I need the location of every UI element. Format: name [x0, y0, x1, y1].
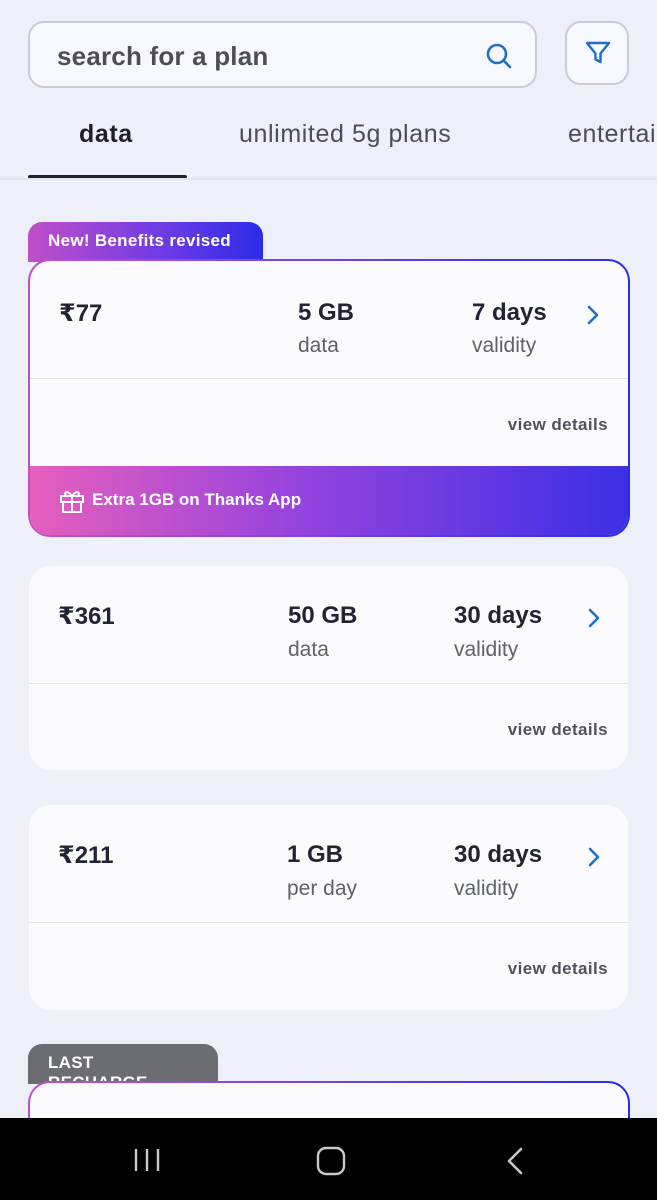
card-divider — [29, 922, 628, 923]
benefit-banner: Extra 1GB on Thanks App — [30, 466, 628, 535]
tab-unlimited-5g-plans[interactable]: unlimited 5g plans — [239, 120, 451, 149]
card-divider — [29, 683, 628, 684]
search-input[interactable]: search for a plan — [28, 21, 537, 88]
chevron-right-icon[interactable] — [587, 847, 601, 867]
back-icon[interactable] — [505, 1146, 525, 1176]
plan-price: ₹211 — [58, 842, 114, 869]
search-placeholder: search for a plan — [57, 41, 269, 71]
plan-card[interactable]: ₹361 50 GB data 30 days validity view de… — [29, 566, 628, 770]
chevron-right-icon[interactable] — [587, 608, 601, 628]
view-details-link[interactable]: view details — [508, 959, 608, 979]
plan-validity: 30 days — [454, 841, 543, 868]
search-icon[interactable] — [485, 42, 513, 70]
plan-tabs: data unlimited 5g plans entertainment — [0, 100, 657, 180]
plan-price: ₹77 — [59, 300, 103, 327]
filter-icon — [585, 41, 611, 64]
tabs-divider — [0, 178, 657, 180]
plan-validity: 30 days — [454, 602, 543, 629]
plan-data-label: per day — [287, 877, 358, 900]
new-benefits-badge: New! Benefits revised — [28, 222, 263, 262]
plan-validity: 7 days — [472, 299, 547, 326]
last-recharge-badge: LAST RECHARGE — [28, 1044, 218, 1092]
tab-data[interactable]: data — [79, 120, 133, 149]
plan-card[interactable]: ₹77 5 GB data 7 days validity view detai… — [28, 259, 630, 537]
system-navigation-bar — [0, 1118, 657, 1200]
home-icon[interactable] — [316, 1146, 346, 1176]
plan-data-amount: 50 GB — [288, 602, 358, 629]
plan-data-amount: 1 GB — [287, 841, 344, 868]
plan-data-label: data — [288, 638, 329, 661]
plan-price: ₹361 — [58, 603, 115, 630]
plan-card[interactable]: ₹211 1 GB per day 30 days validity view … — [29, 805, 628, 1010]
card-divider — [30, 378, 628, 379]
plan-validity-label: validity — [472, 334, 537, 357]
filter-button[interactable] — [565, 21, 629, 85]
header: search for a plan data unlimited 5g plan… — [0, 0, 657, 180]
chevron-right-icon[interactable] — [586, 305, 600, 325]
plan-validity-label: validity — [454, 638, 519, 661]
recent-apps-icon[interactable] — [133, 1147, 161, 1173]
view-details-link[interactable]: view details — [508, 415, 608, 435]
tab-entertainment[interactable]: entertainment — [568, 120, 657, 149]
view-details-link[interactable]: view details — [508, 720, 608, 740]
gift-icon — [60, 491, 84, 513]
plan-validity-label: validity — [454, 877, 519, 900]
plan-data-amount: 5 GB — [298, 299, 355, 326]
plan-data-label: data — [298, 334, 339, 357]
benefit-text: Extra 1GB on Thanks App — [92, 490, 302, 509]
